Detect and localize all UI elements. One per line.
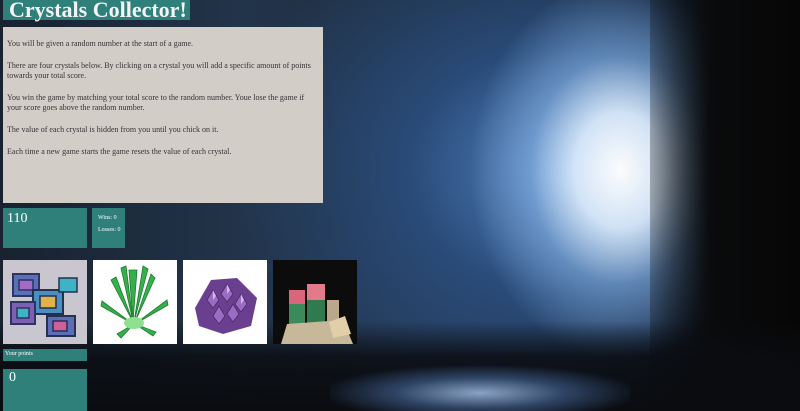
losses-counter: Losses: 0 bbox=[98, 227, 121, 233]
your-points-label: Your points bbox=[3, 349, 87, 361]
instruction-text: There are four crystals below. By clicki… bbox=[7, 61, 311, 80]
instruction-text: Each time a new game starts the game res… bbox=[7, 147, 232, 156]
page-title: Crystals Collector! bbox=[3, 0, 190, 21]
green-crystal-icon bbox=[93, 260, 177, 344]
crystal-button-3[interactable] bbox=[183, 260, 267, 344]
crystal-button-1[interactable] bbox=[3, 260, 87, 344]
tourmaline-crystal-icon bbox=[273, 260, 357, 344]
crystal-button-2[interactable] bbox=[93, 260, 177, 344]
instruction-text: You win the game by matching your total … bbox=[7, 93, 305, 112]
bismuth-crystal-icon bbox=[3, 260, 87, 344]
amethyst-crystal-icon bbox=[183, 260, 267, 344]
instruction-text: The value of each crystal is hidden from… bbox=[7, 125, 219, 134]
wins-counter: Wins: 0 bbox=[98, 215, 117, 221]
instructions-panel: You will be given a random number at the… bbox=[3, 27, 323, 203]
instruction-text: You will be given a random number at the… bbox=[7, 39, 194, 48]
crystal-button-4[interactable] bbox=[273, 260, 357, 344]
total-score-display: 0 bbox=[3, 369, 87, 411]
cave-water-reflection bbox=[330, 366, 630, 411]
wins-losses-panel: Wins: 0 Losses: 0 bbox=[92, 208, 125, 248]
random-number-display: 110 bbox=[3, 208, 87, 248]
